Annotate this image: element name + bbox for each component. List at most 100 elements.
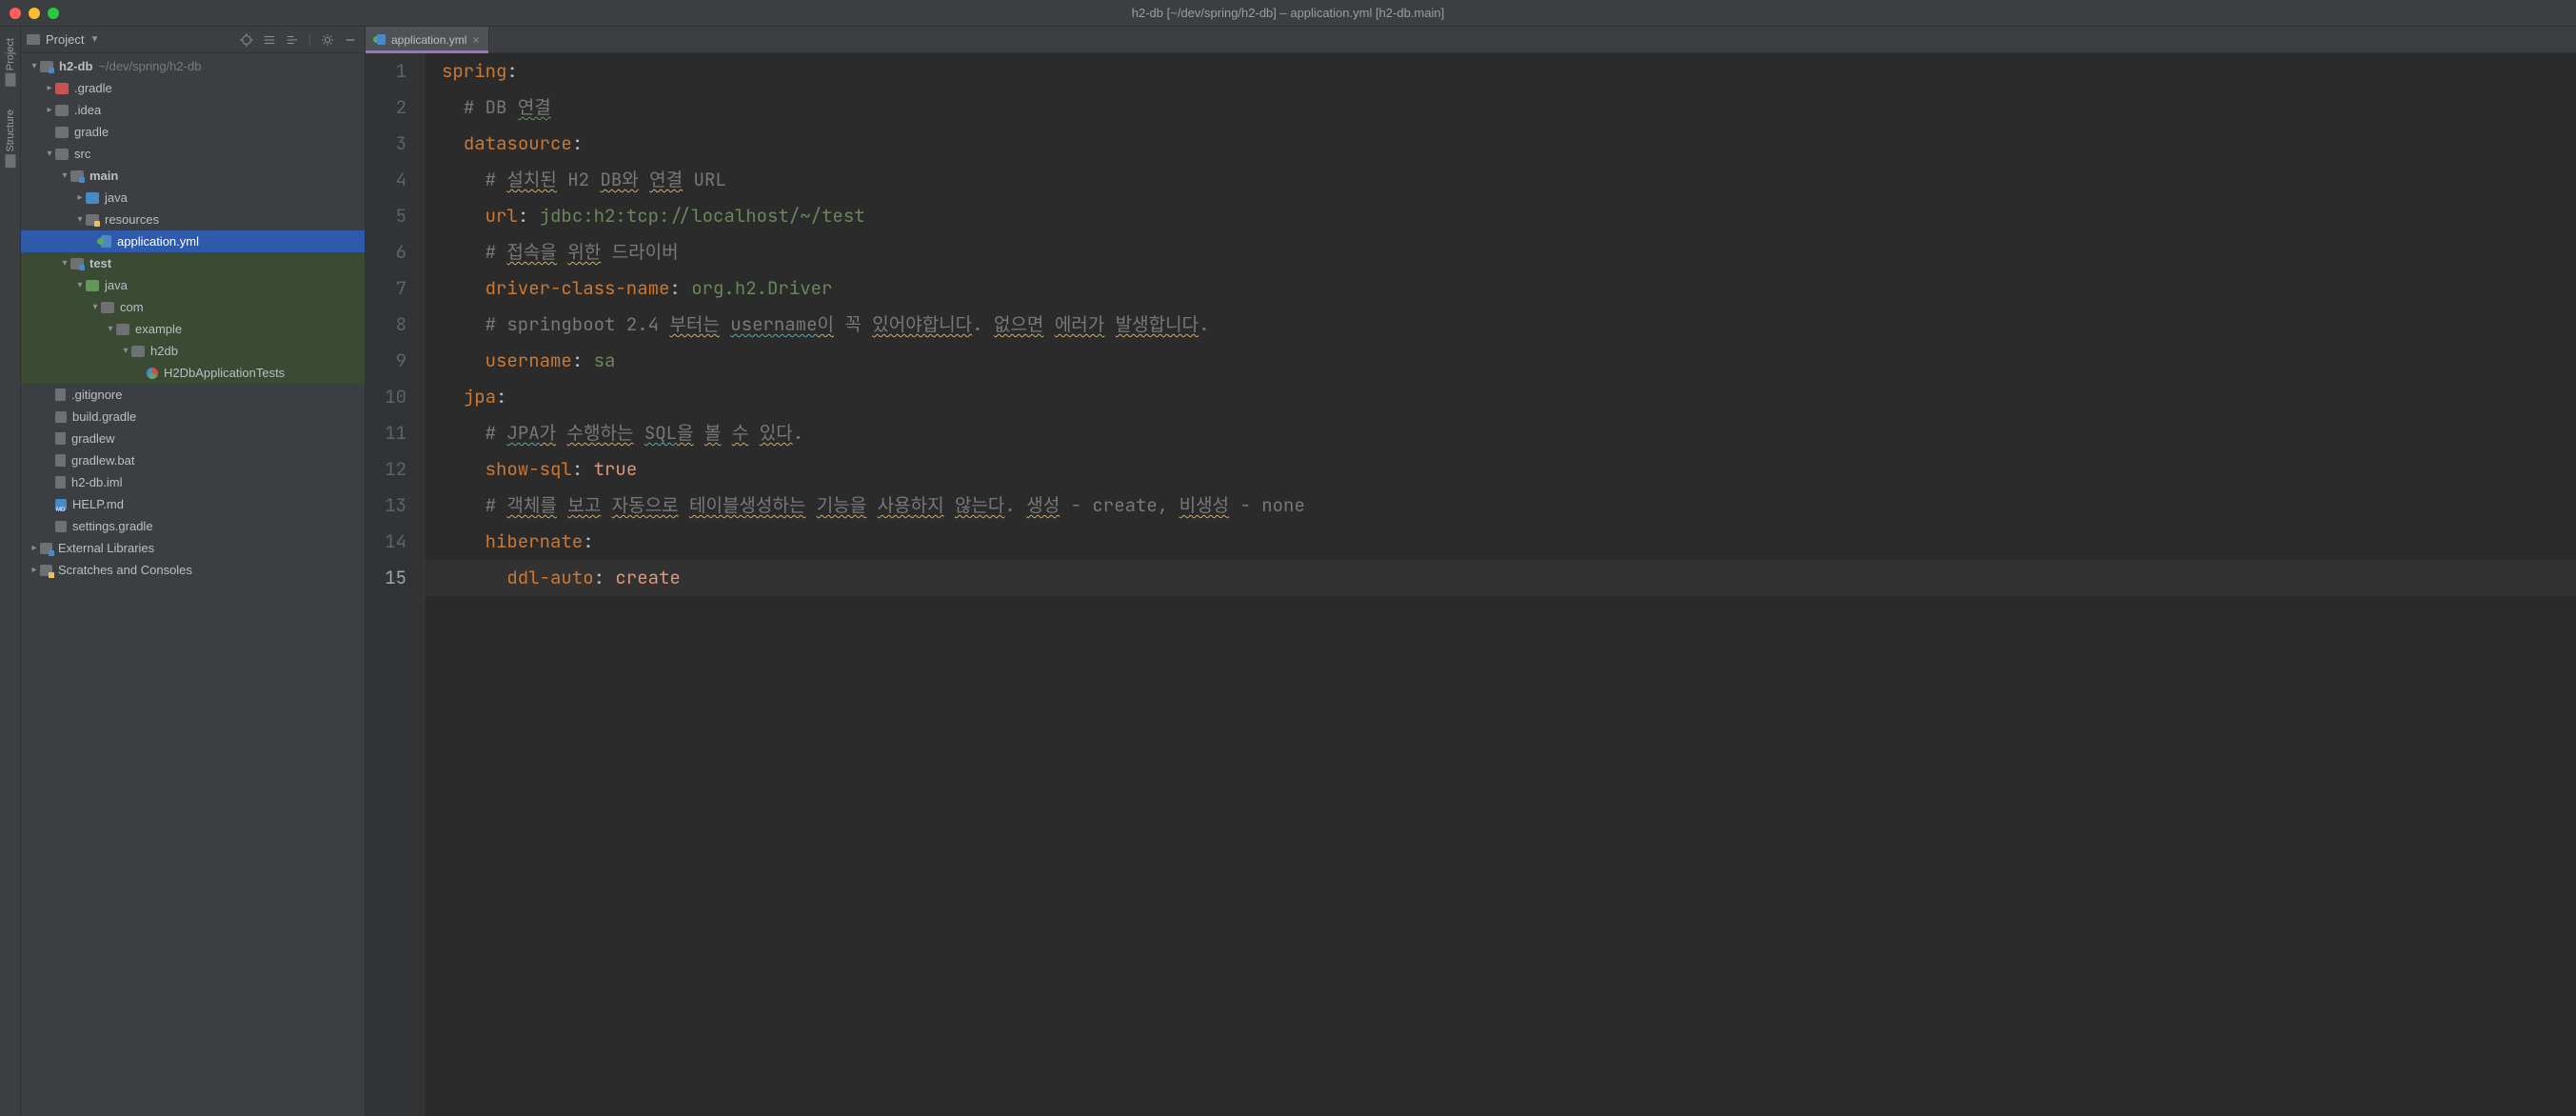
- chevron-down-icon[interactable]: ▾: [89, 296, 101, 318]
- tree-row[interactable]: ▾resources: [21, 209, 365, 230]
- folder-mod-icon: [70, 170, 84, 182]
- tree-row[interactable]: ▸ .idea: [21, 99, 365, 121]
- file-icon: [55, 432, 66, 445]
- tree-row[interactable]: settings.gradle: [21, 515, 365, 537]
- chevron-down-icon[interactable]: ▾: [74, 274, 86, 296]
- tree-row[interactable]: H2DbApplicationTests: [21, 362, 365, 384]
- project-sidebar: Project ▼ | ▾h2-db~/dev/spring/h2-db▸.gr…: [21, 27, 366, 1116]
- chevron-down-icon[interactable]: ▾: [29, 55, 40, 77]
- tree-label: com: [120, 296, 144, 318]
- project-view-selector[interactable]: Project: [46, 32, 84, 47]
- tree-row[interactable]: ▸.gradle: [21, 77, 365, 99]
- chevron-right-icon[interactable]: ▸: [74, 187, 86, 209]
- md-icon: [55, 499, 67, 510]
- collapse-all-button[interactable]: [284, 31, 301, 49]
- tree-row[interactable]: ▸ Scratches and Consoles: [21, 559, 365, 581]
- code-editor[interactable]: 123456789101112131415 spring: # DB 연결 da…: [366, 53, 2576, 1116]
- chevron-down-icon[interactable]: ▾: [105, 318, 116, 340]
- editor-content[interactable]: spring: # DB 연결 datasource: # 설치된 H2 DB와…: [425, 53, 2576, 1116]
- folder-red-icon: [55, 83, 69, 94]
- tree-row[interactable]: .gitignore: [21, 384, 365, 406]
- editor-tab-application-yml[interactable]: application.yml ×: [366, 27, 489, 52]
- tree-row[interactable]: build.gradle: [21, 406, 365, 428]
- tree-label: HELP.md: [72, 493, 124, 515]
- tree-label: .idea: [74, 99, 101, 121]
- code-line[interactable]: hibernate:: [442, 524, 2576, 560]
- chevron-right-icon[interactable]: ▸: [29, 559, 40, 581]
- chevron-down-icon[interactable]: ▾: [59, 165, 70, 187]
- toolstrip-structure[interactable]: Structure: [4, 110, 17, 167]
- tree-row[interactable]: ▾main: [21, 165, 365, 187]
- close-window-button[interactable]: [10, 8, 21, 19]
- code-line[interactable]: # JPA가 수행하는 SQL을 볼 수 있다.: [442, 415, 2576, 451]
- chevron-down-icon[interactable]: ▾: [59, 252, 70, 274]
- crosshair-icon: [240, 33, 253, 47]
- folder-grey-icon: [101, 302, 114, 313]
- line-number: 5: [366, 198, 406, 234]
- editor-area: application.yml × 123456789101112131415 …: [366, 27, 2576, 1116]
- tree-row[interactable]: ▾src: [21, 143, 365, 165]
- code-line[interactable]: show-sql: true: [442, 451, 2576, 488]
- toolstrip-project[interactable]: Project: [4, 38, 17, 85]
- tree-row[interactable]: ▸External Libraries: [21, 537, 365, 559]
- code-line[interactable]: datasource:: [442, 126, 2576, 162]
- line-number: 1: [366, 53, 406, 90]
- code-line[interactable]: # 설치된 H2 DB와 연결 URL: [442, 162, 2576, 198]
- code-line[interactable]: # DB 연결: [442, 90, 2576, 126]
- chevron-down-icon[interactable]: ▾: [44, 143, 55, 165]
- tree-row[interactable]: gradlew: [21, 428, 365, 449]
- tree-label: .gitignore: [71, 384, 122, 406]
- tree-row[interactable]: ▾ java: [21, 274, 365, 296]
- tree-row[interactable]: h2-db.iml: [21, 471, 365, 493]
- chevron-right-icon[interactable]: ▸: [44, 99, 55, 121]
- folder-icon: [5, 73, 15, 87]
- tree-label: Scratches and Consoles: [58, 559, 192, 581]
- line-number: 4: [366, 162, 406, 198]
- tree-row[interactable]: gradle: [21, 121, 365, 143]
- chevron-down-icon[interactable]: ▼: [89, 34, 99, 45]
- hide-toolwindow-button[interactable]: [342, 31, 359, 49]
- tree-row[interactable]: application.yml: [21, 230, 365, 252]
- settings-button[interactable]: [319, 31, 336, 49]
- code-line[interactable]: username: sa: [442, 343, 2576, 379]
- tree-row[interactable]: ▸java: [21, 187, 365, 209]
- elephant-icon: [55, 521, 67, 532]
- locate-file-button[interactable]: [238, 31, 255, 49]
- scratch-icon: [40, 565, 52, 576]
- gutter: 123456789101112131415: [366, 53, 425, 1116]
- code-line[interactable]: driver-class-name: org.h2.Driver: [442, 270, 2576, 307]
- code-line[interactable]: url: jdbc:h2:tcp://localhost/~/test: [442, 198, 2576, 234]
- line-number: 3: [366, 126, 406, 162]
- folder-grey-icon: [116, 324, 129, 335]
- tree-label: java: [105, 274, 128, 296]
- tree-row[interactable]: ▾example: [21, 318, 365, 340]
- tree-row[interactable]: gradlew.bat: [21, 449, 365, 471]
- close-tab-button[interactable]: ×: [472, 33, 479, 47]
- chevron-right-icon[interactable]: ▸: [44, 77, 55, 99]
- tree-label: h2db: [150, 340, 178, 362]
- code-line[interactable]: # springboot 2.4 부터는 username이 꼭 있어야합니다.…: [442, 307, 2576, 343]
- code-line[interactable]: spring:: [442, 53, 2576, 90]
- chevron-down-icon[interactable]: ▾: [74, 209, 86, 230]
- lib-icon: [40, 543, 52, 554]
- minimize-window-button[interactable]: [29, 8, 40, 19]
- project-tree[interactable]: ▾h2-db~/dev/spring/h2-db▸.gradle▸.ideagr…: [21, 53, 365, 1116]
- chevron-right-icon[interactable]: ▸: [29, 537, 40, 559]
- code-line[interactable]: jpa:: [442, 379, 2576, 415]
- code-line[interactable]: # 객체를 보고 자동으로 테이블생성하는 기능을 사용하지 않는다. 생성 -…: [442, 488, 2576, 524]
- tree-row[interactable]: ▾h2-db~/dev/spring/h2-db: [21, 55, 365, 77]
- tree-row[interactable]: HELP.md: [21, 493, 365, 515]
- maximize-window-button[interactable]: [48, 8, 59, 19]
- folder-icon: [27, 34, 40, 45]
- tree-label: application.yml: [117, 230, 199, 252]
- folder-grey-icon: [55, 105, 69, 116]
- code-line[interactable]: ddl-auto: create: [425, 560, 2576, 596]
- expand-all-button[interactable]: [261, 31, 278, 49]
- tree-row[interactable]: ▾ h2db: [21, 340, 365, 362]
- tree-row[interactable]: ▾test: [21, 252, 365, 274]
- gear-icon: [321, 33, 334, 47]
- line-number: 9: [366, 343, 406, 379]
- code-line[interactable]: # 접속을 위한 드라이버: [442, 234, 2576, 270]
- tree-row[interactable]: ▾ com: [21, 296, 365, 318]
- chevron-down-icon[interactable]: ▾: [120, 340, 131, 362]
